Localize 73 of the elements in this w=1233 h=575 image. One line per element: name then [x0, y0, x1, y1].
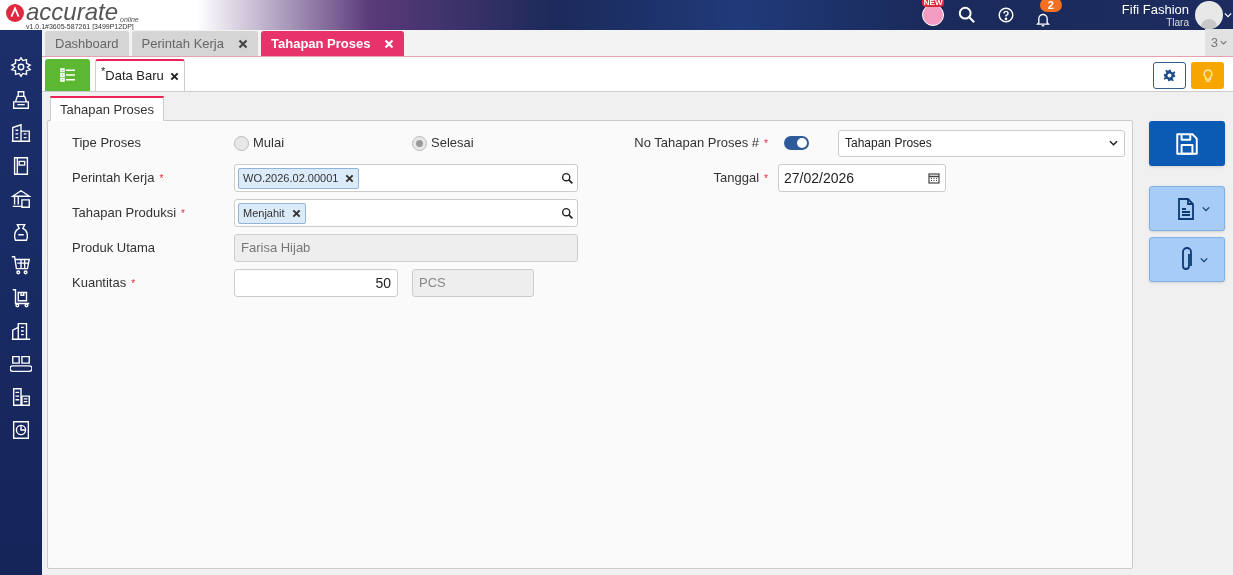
tab-overflow-dropdown[interactable]: 3 [1204, 29, 1233, 56]
search-icon[interactable] [561, 171, 574, 185]
tab[interactable]: Tahapan Proses [261, 31, 405, 56]
date-field[interactable]: 27/02/2026 [778, 164, 946, 192]
tax-calculator-icon[interactable] [10, 386, 32, 408]
field-label: Tipe Proses [72, 134, 141, 153]
factory-icon[interactable] [10, 320, 32, 342]
field-label: Kuantitas [72, 274, 127, 293]
cash-register-icon[interactable] [10, 89, 32, 111]
caret-icon [1109, 140, 1118, 146]
quantity-field[interactable]: 50 [234, 269, 398, 297]
form-tab[interactable]: Tahapan Proses [50, 96, 164, 121]
search-icon[interactable] [561, 206, 574, 220]
radio-label[interactable]: Selesai [431, 133, 474, 153]
hand-truck-icon[interactable] [10, 287, 32, 309]
selected-chip[interactable]: Menjahit [238, 202, 306, 224]
field-label: No Tahapan Proses # [634, 134, 760, 153]
calendar-icon[interactable] [928, 172, 940, 184]
settings-button[interactable] [1153, 62, 1186, 89]
buildings-icon[interactable] [10, 122, 32, 144]
gear-icon[interactable] [10, 56, 32, 78]
caret-icon [1200, 256, 1208, 263]
search-icon[interactable] [957, 6, 976, 24]
avatar[interactable] [1195, 1, 1223, 29]
save-icon [1174, 130, 1200, 157]
radio-button[interactable] [234, 135, 249, 151]
selected-chip[interactable]: WO.2026.02.00001 [238, 167, 360, 189]
mascot-avatar[interactable] [921, 4, 944, 26]
settings-icon [1163, 69, 1176, 82]
required-mark: * [181, 206, 185, 221]
required-mark: * [764, 171, 768, 186]
shopping-cart-icon[interactable] [10, 254, 32, 276]
new-badge: NEW [921, 0, 945, 7]
bell-icon[interactable] [1035, 12, 1050, 27]
readonly-field: Farisa Hijab [234, 234, 578, 262]
close-icon[interactable] [238, 38, 248, 49]
list-icon [59, 68, 76, 82]
field-label: Tahapan Produksi [72, 204, 177, 223]
company-name: Fifi Fashion [1121, 2, 1189, 16]
required-mark: * [764, 136, 768, 151]
field-label: Perintah Kerja [72, 169, 155, 188]
document-icon [1176, 196, 1196, 221]
field-label: Tanggal [713, 169, 760, 188]
remove-icon[interactable] [345, 173, 355, 183]
lookup-field[interactable]: Menjahit [234, 199, 578, 227]
required-mark: * [159, 171, 164, 186]
logo-icon [6, 3, 24, 22]
unit-field: PCS [412, 269, 534, 297]
help-icon[interactable] [997, 7, 1014, 23]
radio-button[interactable] [412, 135, 427, 151]
save-button[interactable] [1149, 121, 1225, 166]
document-menu-button[interactable] [1149, 186, 1225, 231]
radio-label[interactable]: Mulai [253, 133, 285, 153]
remove-icon[interactable] [291, 208, 301, 218]
tab[interactable]: Perintah Kerja [131, 31, 258, 56]
notification-count: 2 [1039, 0, 1062, 12]
modified-mark: * [101, 66, 106, 78]
user-name: Tlara [1166, 17, 1189, 28]
logo-text: accurate [26, 0, 119, 23]
lightbulb-icon [1201, 68, 1214, 83]
caret-icon [1202, 205, 1210, 212]
field-label: Produk Utama [72, 239, 156, 258]
tab[interactable]: Dashboard [45, 31, 129, 56]
bank-icon[interactable] [10, 188, 32, 210]
close-icon[interactable] [169, 71, 179, 81]
numbering-dropdown[interactable]: Tahapan Proses [838, 129, 1125, 157]
attachment-menu-button[interactable] [1149, 237, 1225, 282]
lookup-field[interactable]: WO.2026.02.00001 [234, 164, 578, 192]
toggle-switch[interactable] [784, 136, 809, 150]
report-chart-icon[interactable] [10, 419, 32, 441]
subtab[interactable]: *Data Baru [95, 59, 185, 91]
required-mark: * [131, 276, 136, 291]
conveyor-icon[interactable] [10, 353, 32, 375]
